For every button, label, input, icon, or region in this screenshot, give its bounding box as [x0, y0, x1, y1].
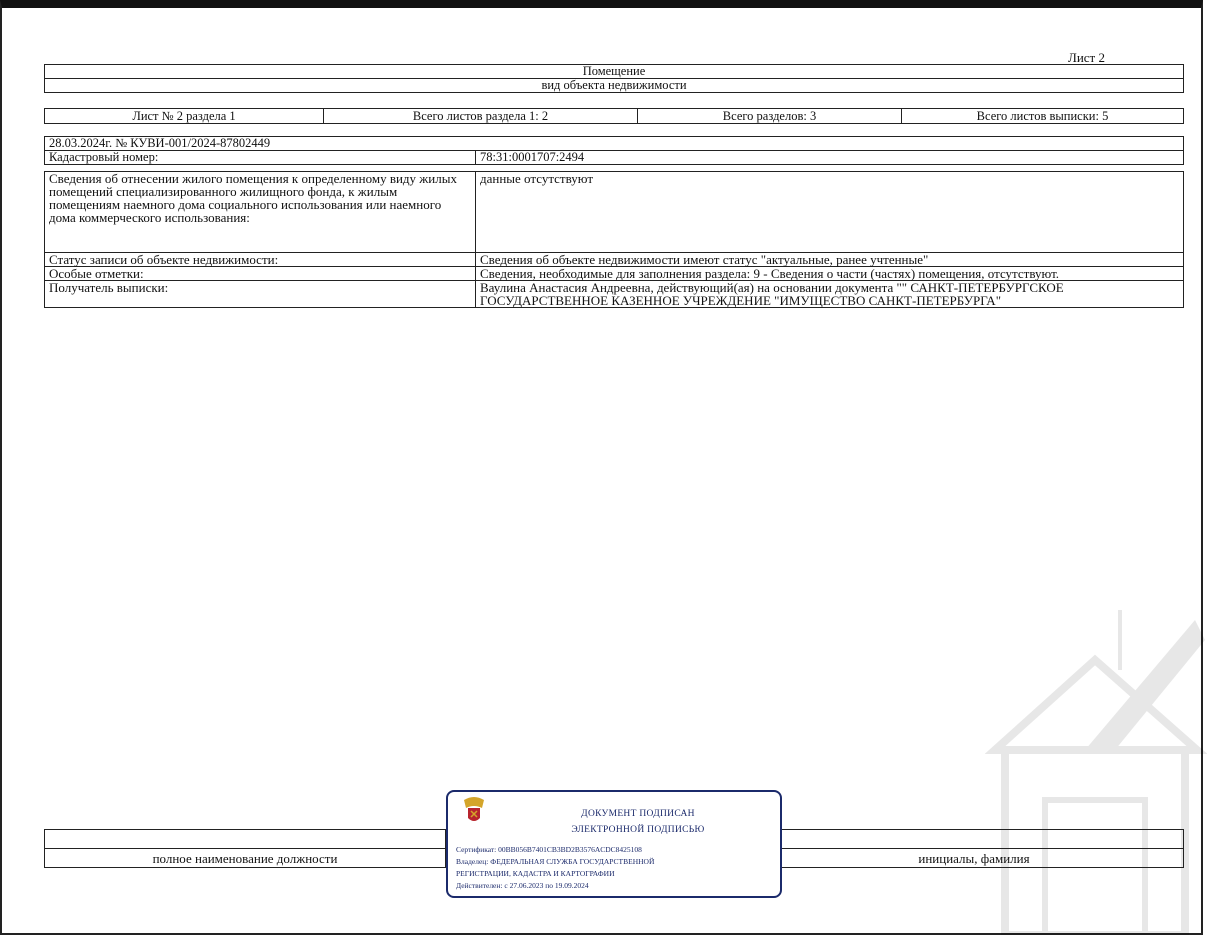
row-value: данные отсутствуют [475, 171, 1184, 253]
stamp-owner-line1: Владелец: ФЕДЕРАЛЬНАЯ СЛУЖБА ГОСУДАРСТВЕ… [456, 857, 655, 866]
row-label: Получатель выписки: [44, 280, 476, 308]
row-label: Статус записи об объекте недвижимости: [44, 252, 476, 267]
row-value: Сведения об объекте недвижимости имеют с… [475, 252, 1184, 267]
stamp-title-line2: ЭЛЕКТРОННОЙ ПОДПИСЬЮ [571, 825, 705, 835]
name-blank [764, 829, 1184, 849]
watermark-emblem [985, 610, 1207, 935]
object-title: Помещение [44, 64, 1184, 79]
row-label: Особые отметки: [44, 266, 476, 281]
row-label: Сведения об отнесении жилого помещения к… [44, 171, 476, 253]
electronic-signature-stamp: ДОКУМЕНТ ПОДПИСАН ЭЛЕКТРОННОЙ ПОДПИСЬЮ С… [446, 790, 782, 898]
table-row: Получатель выписки: Ваулина Анастасия Ан… [44, 280, 1184, 308]
property-details-table: 28.03.2024г. № КУВИ-001/2024-87802449 Ка… [44, 136, 1184, 308]
table-row: Особые отметки: Сведения, необходимые дл… [44, 266, 1184, 281]
object-subtitle: вид объекта недвижимости [44, 78, 1184, 93]
stamp-valid: Действителен: с 27.06.2023 по 19.09.2024 [456, 881, 589, 890]
cadastral-number-value: 78:31:0001707:2494 [475, 150, 1184, 165]
position-blank [44, 829, 446, 849]
row-value: Ваулина Анастасия Андреевна, действующий… [475, 280, 1184, 308]
position-label: полное наименование должности [44, 848, 446, 868]
sheet-of-section: Лист № 2 раздела 1 [44, 108, 324, 124]
extract-sheets-total: Всего листов выписки: 5 [901, 108, 1184, 124]
sections-total: Всего разделов: 3 [637, 108, 902, 124]
stamp-title-line1: ДОКУМЕНТ ПОДПИСАН [581, 809, 695, 819]
record-date-number: 28.03.2024г. № КУВИ-001/2024-87802449 [44, 136, 1184, 151]
stamp-owner-line2: РЕГИСТРАЦИИ, КАДАСТРА И КАРТОГРАФИИ [456, 869, 615, 878]
section-sheets-total: Всего листов раздела 1: 2 [323, 108, 638, 124]
object-header-table: Помещение вид объекта недвижимости [44, 64, 1184, 93]
stamp-details: Сертификат: 00BB056B7401CB3BD2B3576ACDC8… [456, 844, 654, 892]
sheets-info-table: Лист № 2 раздела 1 Всего листов раздела … [44, 108, 1184, 124]
row-value: Сведения, необходимые для заполнения раз… [475, 266, 1184, 281]
table-row: Статус записи об объекте недвижимости: С… [44, 252, 1184, 267]
coat-of-arms-icon [464, 797, 484, 821]
table-row: Сведения об отнесении жилого помещения к… [44, 171, 1184, 253]
stamp-certificate: Сертификат: 00BB056B7401CB3BD2B3576ACDC8… [456, 845, 642, 854]
name-label: инициалы, фамилия [764, 848, 1184, 868]
stamp-title: ДОКУМЕНТ ПОДПИСАН ЭЛЕКТРОННОЙ ПОДПИСЬЮ [538, 806, 738, 838]
cadastral-number-label: Кадастровый номер: [44, 150, 476, 165]
